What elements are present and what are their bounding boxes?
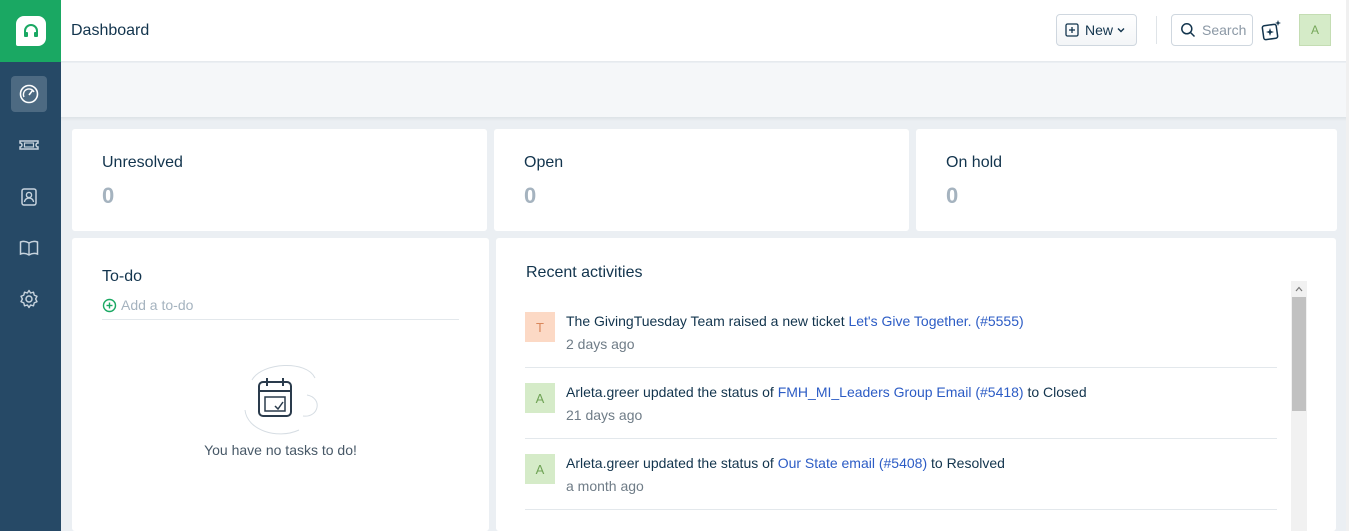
- scroll-up-arrow-icon[interactable]: [1291, 281, 1307, 297]
- todo-card: To-do Add a to-do You have no tasks to d…: [72, 238, 489, 531]
- recent-activities-card: Recent activities T The GivingTuesday Te…: [496, 238, 1336, 531]
- new-button-label: New: [1085, 22, 1114, 38]
- activity-text: Arleta.greer updated the status of Our S…: [566, 455, 1005, 471]
- new-button[interactable]: New: [1056, 14, 1137, 46]
- activity-text: The GivingTuesday Team raised a new tick…: [566, 313, 1024, 329]
- activity-text-prefix: Arleta.greer updated the status of: [566, 384, 778, 400]
- activity-item: T The GivingTuesday Team raised a new ti…: [525, 297, 1277, 368]
- activity-time: 21 days ago: [566, 407, 643, 423]
- stat-value: 0: [946, 183, 959, 208]
- activity-time: 2 days ago: [566, 336, 635, 352]
- ticket-link[interactable]: Our State email (#5408): [778, 455, 927, 471]
- ticket-link[interactable]: Let's Give Together. (#5555): [848, 313, 1023, 329]
- sidebar-item-dashboard[interactable]: [11, 76, 47, 112]
- activity-scrollbar[interactable]: [1291, 281, 1307, 531]
- stat-label: Open: [524, 154, 564, 171]
- stat-label: Unresolved: [102, 154, 183, 171]
- plus-circle-icon: [102, 298, 117, 313]
- ticket-link[interactable]: FMH_MI_Leaders Group Email (#5418): [778, 384, 1024, 400]
- stat-value: 0: [524, 183, 537, 208]
- stat-label: On hold: [946, 154, 1003, 171]
- stat-card-open[interactable]: Open 0: [494, 129, 909, 231]
- gauge-icon: [19, 84, 39, 104]
- stat-value: 0: [102, 183, 115, 208]
- activity-text: Arleta.greer updated the status of FMH_M…: [566, 384, 1087, 400]
- activity-text-prefix: Arleta.greer updated the status of: [566, 455, 778, 471]
- book-icon: [19, 240, 39, 256]
- sidebar-item-knowledge-base[interactable]: [11, 230, 47, 266]
- scroll-thumb[interactable]: [1292, 297, 1306, 411]
- app-logo[interactable]: [0, 0, 61, 62]
- dashboard-filter-band: [61, 63, 1349, 118]
- chevron-down-icon: [1117, 28, 1125, 33]
- sidebar-item-tickets[interactable]: [11, 127, 47, 163]
- stat-card-unresolved[interactable]: Unresolved 0: [72, 129, 487, 231]
- activity-item: A Arleta.greer updated the status of Our…: [525, 439, 1277, 510]
- activity-time: a month ago: [566, 478, 644, 494]
- sidebar: [0, 0, 61, 531]
- top-header: Dashboard New Search A: [61, 0, 1349, 62]
- add-todo-placeholder: Add a to-do: [121, 297, 194, 313]
- plus-square-icon: [1065, 23, 1079, 37]
- stat-card-on-hold[interactable]: On hold 0: [916, 129, 1337, 231]
- user-avatar[interactable]: A: [1299, 14, 1331, 46]
- calendar-illustration-icon: [244, 365, 318, 435]
- search-button[interactable]: Search: [1171, 14, 1253, 46]
- activity-avatar: A: [525, 454, 555, 484]
- sidebar-item-admin[interactable]: [11, 281, 47, 317]
- ticket-icon: [19, 140, 39, 150]
- header-divider: [1156, 16, 1157, 44]
- search-icon: [1181, 23, 1196, 38]
- todo-empty-message: You have no tasks to do!: [204, 442, 357, 458]
- activity-list: T The GivingTuesday Team raised a new ti…: [525, 297, 1277, 531]
- activity-item: A Arleta.greer updated the status of FMH…: [525, 368, 1277, 439]
- contact-icon: [21, 188, 37, 206]
- activities-title: Recent activities: [526, 264, 643, 281]
- search-placeholder: Search: [1202, 22, 1247, 38]
- sidebar-item-contacts[interactable]: [11, 179, 47, 215]
- sparkle-ai-icon[interactable]: [1260, 18, 1284, 42]
- activity-text-suffix: to Resolved: [927, 455, 1005, 471]
- todo-title: To-do: [102, 268, 143, 285]
- activity-avatar: T: [525, 312, 555, 342]
- activity-avatar: A: [525, 383, 555, 413]
- activity-text-prefix: The GivingTuesday Team raised a new tick…: [566, 313, 849, 329]
- activity-text-suffix: to Closed: [1023, 384, 1087, 400]
- add-todo-input[interactable]: Add a to-do: [102, 298, 459, 320]
- headset-logo-icon: [15, 16, 46, 46]
- band-shadow: [61, 117, 1349, 121]
- gear-icon: [20, 289, 38, 309]
- page-title: Dashboard: [71, 22, 150, 39]
